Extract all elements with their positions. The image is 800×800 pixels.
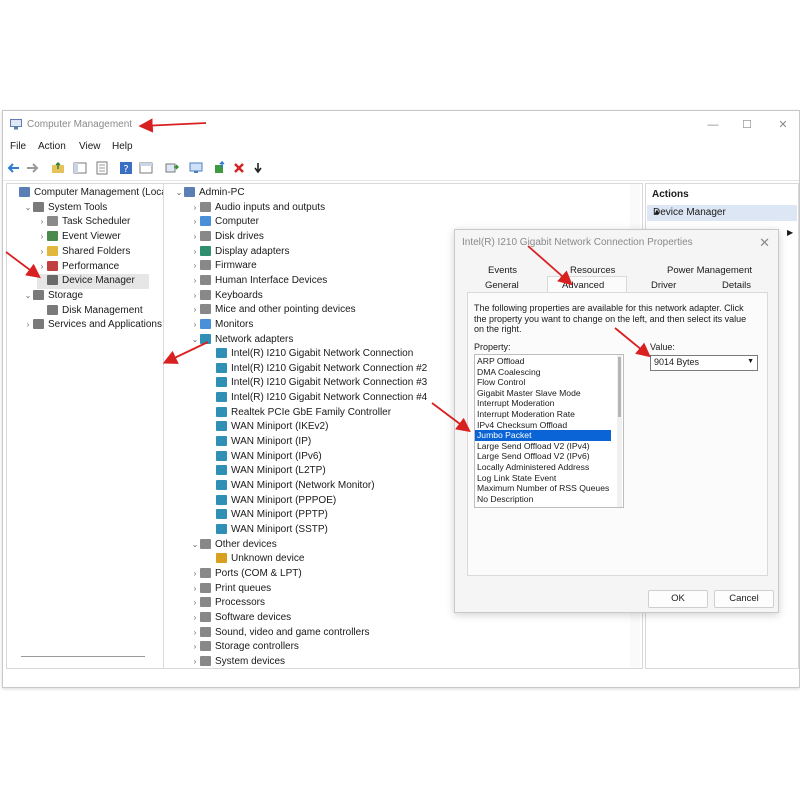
- arrow-to-advanced-tab: [527, 245, 573, 286]
- arrow-to-window-title: [138, 118, 207, 133]
- arrow-to-jumbo-packet: [431, 402, 471, 433]
- arrow-to-device-manager: [5, 251, 41, 279]
- annotation-arrows: [5, 118, 651, 433]
- arrow-to-value: [614, 327, 651, 358]
- arrow-to-network-adapter: [162, 341, 209, 364]
